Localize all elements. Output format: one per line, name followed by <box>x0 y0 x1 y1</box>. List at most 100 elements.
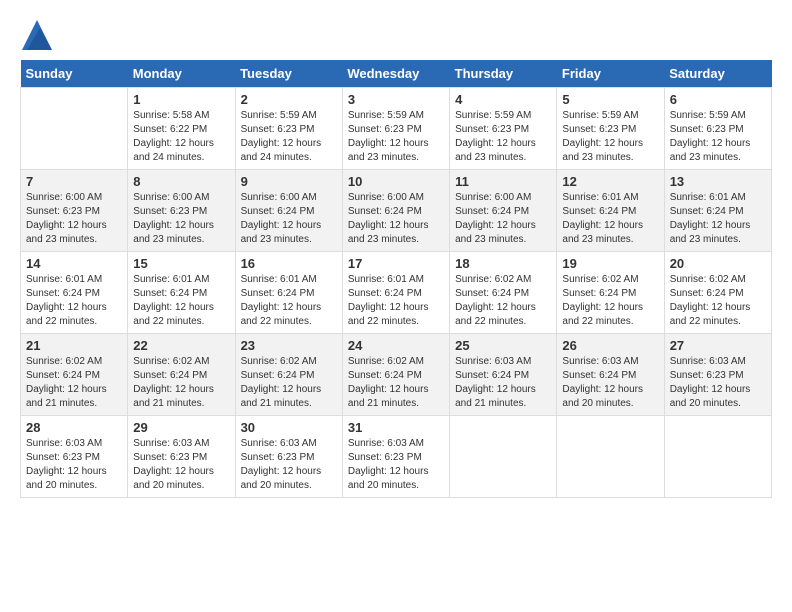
calendar-cell: 17 Sunrise: 6:01 AMSunset: 6:24 PMDayligh… <box>342 252 449 334</box>
day-number: 1 <box>133 92 229 107</box>
calendar-cell: 25 Sunrise: 6:03 AMSunset: 6:24 PMDayligh… <box>450 334 557 416</box>
calendar-cell: 23 Sunrise: 6:02 AMSunset: 6:24 PMDayligh… <box>235 334 342 416</box>
day-info: Sunrise: 6:01 AMSunset: 6:24 PMDaylight:… <box>241 273 337 329</box>
day-number: 27 <box>670 338 766 353</box>
weekday-header-tuesday: Tuesday <box>235 60 342 88</box>
day-info: Sunrise: 6:03 AMSunset: 6:23 PMDaylight:… <box>241 437 337 493</box>
calendar-week-row: 1 Sunrise: 5:58 AMSunset: 6:22 PMDaylight… <box>21 88 772 170</box>
day-number: 11 <box>455 174 551 189</box>
logo <box>20 20 52 50</box>
weekday-header-sunday: Sunday <box>21 60 128 88</box>
calendar-cell: 30 Sunrise: 6:03 AMSunset: 6:23 PMDayligh… <box>235 416 342 498</box>
day-number: 28 <box>26 420 122 435</box>
day-info: Sunrise: 6:00 AMSunset: 6:24 PMDaylight:… <box>455 191 551 247</box>
day-number: 31 <box>348 420 444 435</box>
calendar-cell: 2 Sunrise: 5:59 AMSunset: 6:23 PMDaylight… <box>235 88 342 170</box>
day-number: 8 <box>133 174 229 189</box>
weekday-header-wednesday: Wednesday <box>342 60 449 88</box>
day-number: 15 <box>133 256 229 271</box>
day-number: 21 <box>26 338 122 353</box>
day-info: Sunrise: 6:02 AMSunset: 6:24 PMDaylight:… <box>562 273 658 329</box>
day-info: Sunrise: 6:01 AMSunset: 6:24 PMDaylight:… <box>348 273 444 329</box>
day-number: 4 <box>455 92 551 107</box>
day-info: Sunrise: 6:02 AMSunset: 6:24 PMDaylight:… <box>26 355 122 411</box>
calendar-week-row: 14 Sunrise: 6:01 AMSunset: 6:24 PMDayligh… <box>21 252 772 334</box>
day-number: 29 <box>133 420 229 435</box>
day-info: Sunrise: 6:01 AMSunset: 6:24 PMDaylight:… <box>670 191 766 247</box>
calendar-cell: 10 Sunrise: 6:00 AMSunset: 6:24 PMDayligh… <box>342 170 449 252</box>
calendar-cell: 6 Sunrise: 5:59 AMSunset: 6:23 PMDaylight… <box>664 88 771 170</box>
day-number: 16 <box>241 256 337 271</box>
calendar-cell: 11 Sunrise: 6:00 AMSunset: 6:24 PMDayligh… <box>450 170 557 252</box>
calendar-header: SundayMondayTuesdayWednesdayThursdayFrid… <box>21 60 772 88</box>
day-number: 30 <box>241 420 337 435</box>
day-info: Sunrise: 6:03 AMSunset: 6:24 PMDaylight:… <box>562 355 658 411</box>
day-number: 18 <box>455 256 551 271</box>
day-info: Sunrise: 6:00 AMSunset: 6:23 PMDaylight:… <box>26 191 122 247</box>
day-info: Sunrise: 5:59 AMSunset: 6:23 PMDaylight:… <box>562 109 658 165</box>
day-info: Sunrise: 6:01 AMSunset: 6:24 PMDaylight:… <box>26 273 122 329</box>
day-number: 6 <box>670 92 766 107</box>
calendar-cell: 29 Sunrise: 6:03 AMSunset: 6:23 PMDayligh… <box>128 416 235 498</box>
calendar-cell: 4 Sunrise: 5:59 AMSunset: 6:23 PMDaylight… <box>450 88 557 170</box>
calendar-cell: 24Sunrise: 6:02 AMSunset: 6:24 PMDayligh… <box>342 334 449 416</box>
day-number: 12 <box>562 174 658 189</box>
calendar-cell: 20Sunrise: 6:02 AMSunset: 6:24 PMDayligh… <box>664 252 771 334</box>
day-number: 5 <box>562 92 658 107</box>
day-info: Sunrise: 6:03 AMSunset: 6:23 PMDaylight:… <box>670 355 766 411</box>
calendar-cell <box>450 416 557 498</box>
calendar-cell <box>21 88 128 170</box>
weekday-header-friday: Friday <box>557 60 664 88</box>
day-number: 2 <box>241 92 337 107</box>
calendar-cell: 7 Sunrise: 6:00 AMSunset: 6:23 PMDaylight… <box>21 170 128 252</box>
calendar-cell: 12 Sunrise: 6:01 AMSunset: 6:24 PMDayligh… <box>557 170 664 252</box>
day-info: Sunrise: 6:03 AMSunset: 6:23 PMDaylight:… <box>348 437 444 493</box>
calendar-cell: 15 Sunrise: 6:01 AMSunset: 6:24 PMDayligh… <box>128 252 235 334</box>
calendar-cell: 22Sunrise: 6:02 AMSunset: 6:24 PMDayligh… <box>128 334 235 416</box>
calendar-cell: 28 Sunrise: 6:03 AMSunset: 6:23 PMDayligh… <box>21 416 128 498</box>
calendar-cell <box>557 416 664 498</box>
day-info: Sunrise: 6:01 AMSunset: 6:24 PMDaylight:… <box>133 273 229 329</box>
calendar-cell: 27 Sunrise: 6:03 AMSunset: 6:23 PMDayligh… <box>664 334 771 416</box>
day-info: Sunrise: 6:00 AMSunset: 6:23 PMDaylight:… <box>133 191 229 247</box>
day-info: Sunrise: 5:59 AMSunset: 6:23 PMDaylight:… <box>241 109 337 165</box>
day-number: 23 <box>241 338 337 353</box>
day-number: 14 <box>26 256 122 271</box>
day-info: Sunrise: 5:59 AMSunset: 6:23 PMDaylight:… <box>670 109 766 165</box>
day-number: 20 <box>670 256 766 271</box>
day-info: Sunrise: 6:02 AMSunset: 6:24 PMDaylight:… <box>241 355 337 411</box>
day-info: Sunrise: 6:02 AMSunset: 6:24 PMDaylight:… <box>348 355 444 411</box>
calendar-cell: 3 Sunrise: 5:59 AMSunset: 6:23 PMDaylight… <box>342 88 449 170</box>
calendar-cell: 19 Sunrise: 6:02 AMSunset: 6:24 PMDayligh… <box>557 252 664 334</box>
weekday-header-saturday: Saturday <box>664 60 771 88</box>
day-number: 25 <box>455 338 551 353</box>
calendar-body: 1 Sunrise: 5:58 AMSunset: 6:22 PMDaylight… <box>21 88 772 498</box>
calendar-cell: 14 Sunrise: 6:01 AMSunset: 6:24 PMDayligh… <box>21 252 128 334</box>
day-info: Sunrise: 5:59 AMSunset: 6:23 PMDaylight:… <box>455 109 551 165</box>
calendar-week-row: 21 Sunrise: 6:02 AMSunset: 6:24 PMDayligh… <box>21 334 772 416</box>
day-info: Sunrise: 6:00 AMSunset: 6:24 PMDaylight:… <box>348 191 444 247</box>
day-number: 9 <box>241 174 337 189</box>
calendar-cell: 31 Sunrise: 6:03 AMSunset: 6:23 PMDayligh… <box>342 416 449 498</box>
calendar-cell: 13Sunrise: 6:01 AMSunset: 6:24 PMDayligh… <box>664 170 771 252</box>
day-number: 22 <box>133 338 229 353</box>
day-info: Sunrise: 6:03 AMSunset: 6:24 PMDaylight:… <box>455 355 551 411</box>
day-info: Sunrise: 6:03 AMSunset: 6:23 PMDaylight:… <box>26 437 122 493</box>
day-number: 10 <box>348 174 444 189</box>
day-info: Sunrise: 5:58 AMSunset: 6:22 PMDaylight:… <box>133 109 229 165</box>
page-header <box>20 20 772 50</box>
weekday-header-thursday: Thursday <box>450 60 557 88</box>
calendar-cell: 9Sunrise: 6:00 AMSunset: 6:24 PMDaylight… <box>235 170 342 252</box>
calendar-cell: 1 Sunrise: 5:58 AMSunset: 6:22 PMDaylight… <box>128 88 235 170</box>
day-number: 7 <box>26 174 122 189</box>
day-number: 19 <box>562 256 658 271</box>
day-info: Sunrise: 6:01 AMSunset: 6:24 PMDaylight:… <box>562 191 658 247</box>
day-number: 3 <box>348 92 444 107</box>
day-info: Sunrise: 6:03 AMSunset: 6:23 PMDaylight:… <box>133 437 229 493</box>
day-info: Sunrise: 6:02 AMSunset: 6:24 PMDaylight:… <box>455 273 551 329</box>
day-info: Sunrise: 5:59 AMSunset: 6:23 PMDaylight:… <box>348 109 444 165</box>
calendar-cell: 5 Sunrise: 5:59 AMSunset: 6:23 PMDaylight… <box>557 88 664 170</box>
day-number: 17 <box>348 256 444 271</box>
calendar-cell: 21 Sunrise: 6:02 AMSunset: 6:24 PMDayligh… <box>21 334 128 416</box>
calendar-cell <box>664 416 771 498</box>
